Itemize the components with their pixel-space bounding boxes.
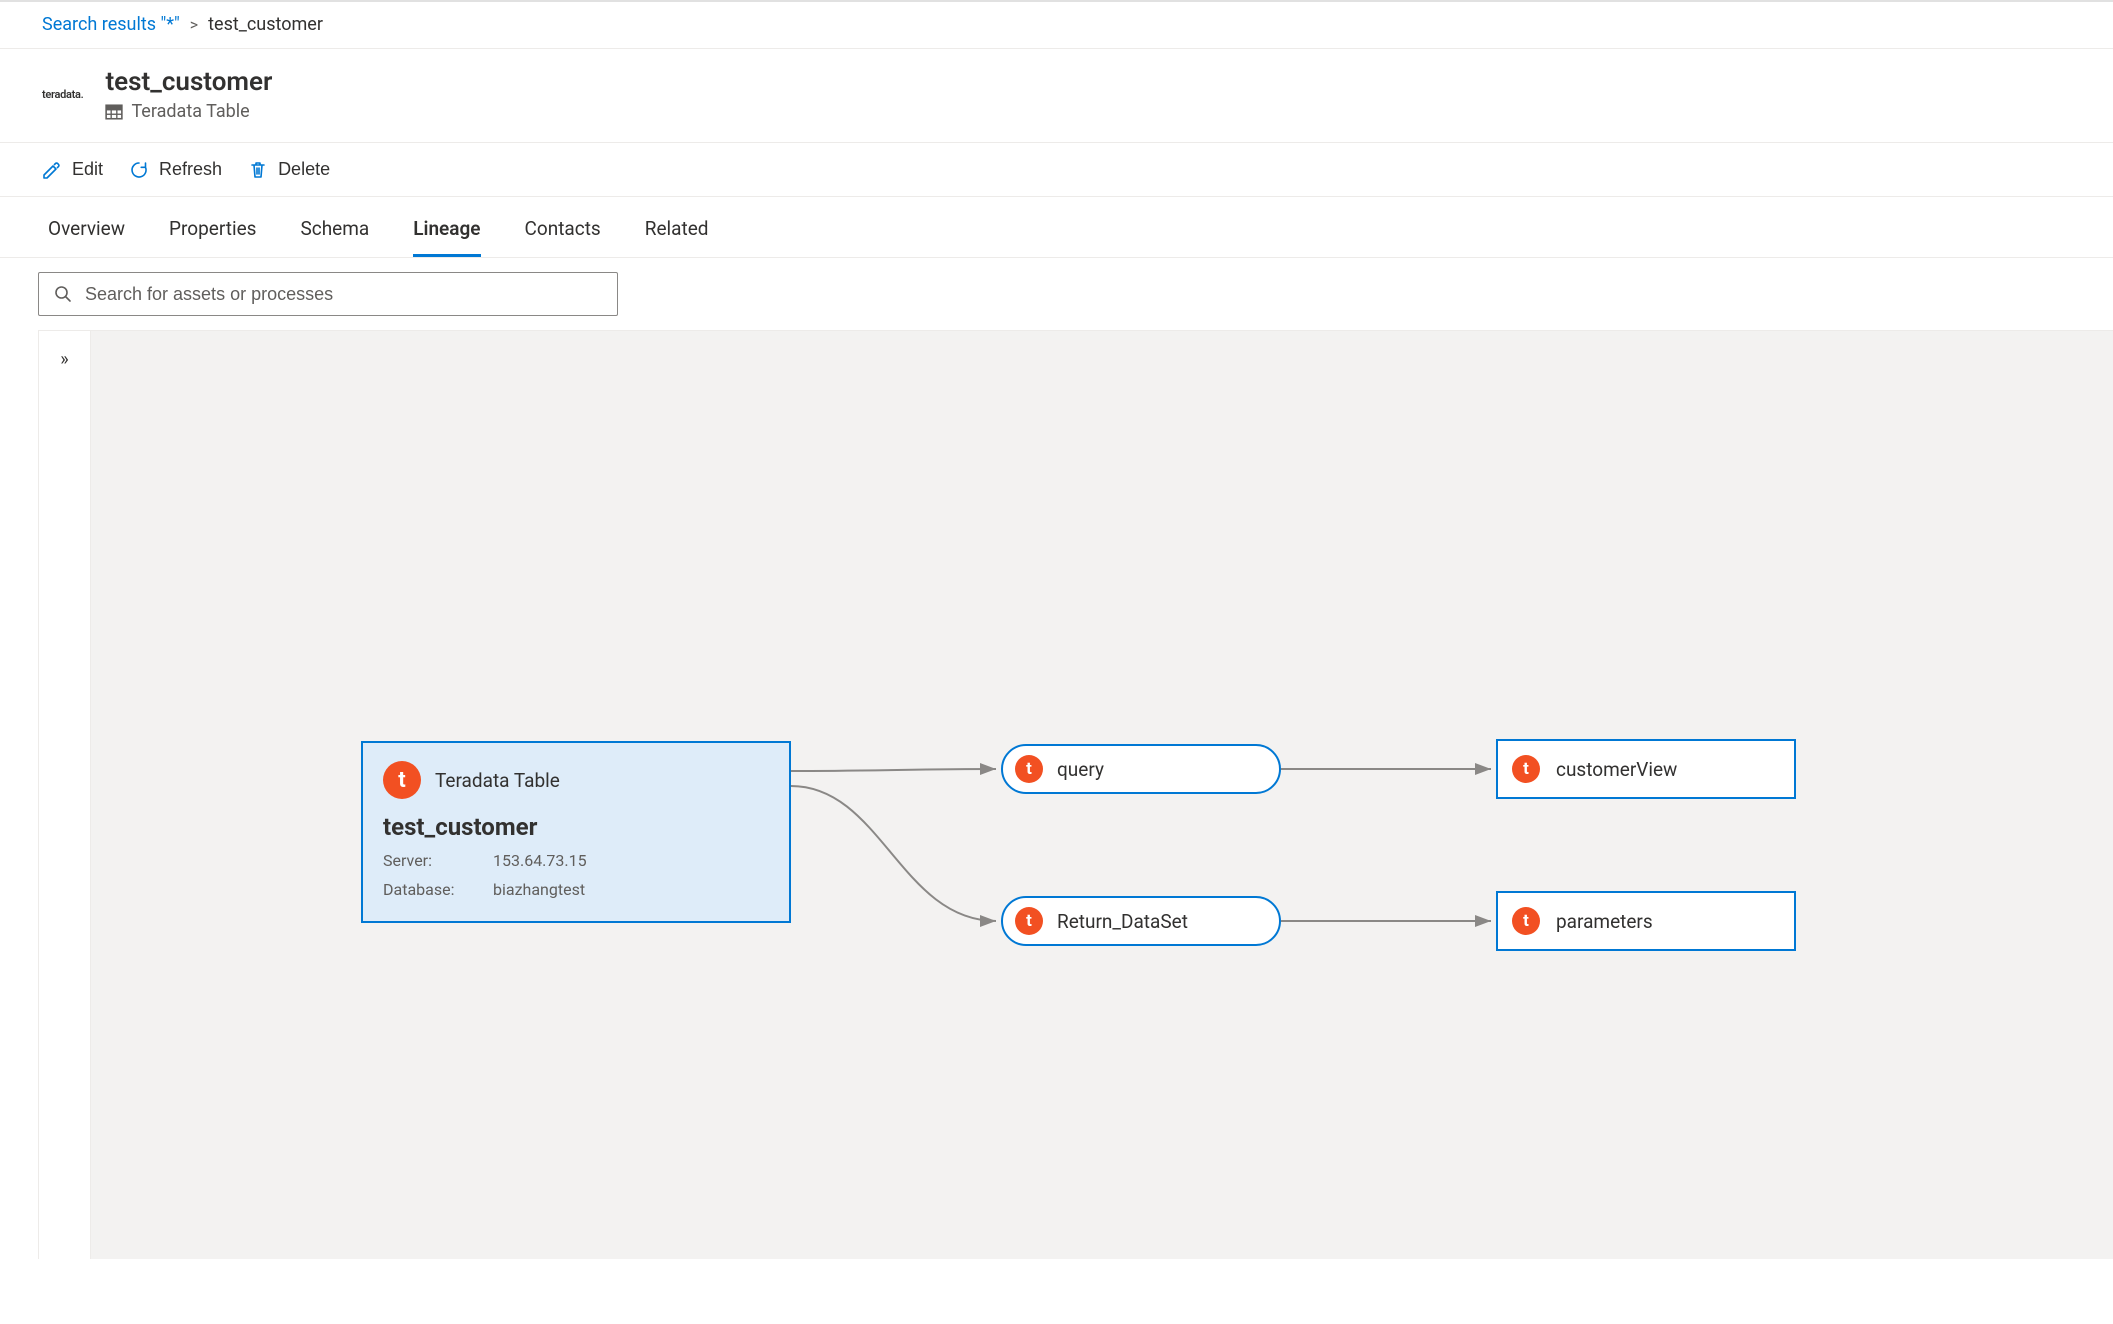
search-icon (53, 284, 73, 304)
breadcrumb: Search results "*" > test_customer (0, 0, 2113, 49)
chevron-right-double-icon: » (60, 349, 68, 1259)
search-box[interactable] (38, 272, 618, 316)
side-panel-expand[interactable]: » (39, 331, 91, 1259)
teradata-circle-icon: t (1512, 907, 1540, 935)
tab-properties[interactable]: Properties (169, 217, 256, 257)
tab-schema[interactable]: Schema (300, 217, 369, 257)
output-label: customerView (1556, 758, 1677, 781)
tabs: Overview Properties Schema Lineage Conta… (0, 197, 2113, 258)
lineage-process-query[interactable]: t query (1001, 744, 1281, 794)
refresh-label: Refresh (159, 159, 222, 180)
teradata-logo: teradata. (42, 88, 83, 101)
source-type-label: Teradata Table (435, 769, 560, 792)
tab-related[interactable]: Related (645, 217, 709, 257)
trash-icon (248, 160, 268, 180)
lineage-node-source[interactable]: t Teradata Table test_customer Server: 1… (361, 741, 791, 923)
delete-label: Delete (278, 159, 330, 180)
teradata-circle-icon: t (383, 761, 421, 799)
database-label: Database: (383, 880, 473, 899)
tab-overview[interactable]: Overview (48, 217, 125, 257)
table-icon (105, 103, 123, 121)
breadcrumb-separator: > (190, 15, 198, 34)
lineage-canvas[interactable]: t Teradata Table test_customer Server: 1… (91, 331, 2113, 1259)
edit-label: Edit (72, 159, 103, 180)
search-input[interactable] (85, 284, 603, 305)
edit-button[interactable]: Edit (42, 159, 103, 180)
refresh-icon (129, 160, 149, 180)
page-header: teradata. test_customer Teradata Table (0, 49, 2113, 143)
server-value: 153.64.73.15 (493, 851, 587, 870)
lineage-output-parameters[interactable]: t parameters (1496, 891, 1796, 951)
lineage-output-customerview[interactable]: t customerView (1496, 739, 1796, 799)
database-value: biazhangtest (493, 880, 585, 899)
breadcrumb-search-results-link[interactable]: Search results "*" (42, 14, 180, 35)
teradata-circle-icon: t (1015, 907, 1043, 935)
tab-contacts[interactable]: Contacts (525, 217, 601, 257)
delete-button[interactable]: Delete (248, 159, 330, 180)
lineage-area: » t Teradata Table test_customer (38, 330, 2113, 1259)
server-label: Server: (383, 851, 473, 870)
tab-lineage[interactable]: Lineage (413, 217, 480, 257)
page-subtitle: Teradata Table (131, 101, 249, 122)
process-label: Return_DataSet (1057, 910, 1188, 933)
teradata-circle-icon: t (1512, 755, 1540, 783)
breadcrumb-current: test_customer (208, 14, 323, 35)
refresh-button[interactable]: Refresh (129, 159, 222, 180)
page-title: test_customer (105, 67, 272, 97)
toolbar: Edit Refresh Delete (0, 143, 2113, 197)
pencil-icon (42, 160, 62, 180)
search-row (0, 258, 2113, 330)
output-label: parameters (1556, 910, 1653, 933)
source-name: test_customer (383, 813, 769, 841)
teradata-circle-icon: t (1015, 755, 1043, 783)
lineage-process-return-dataset[interactable]: t Return_DataSet (1001, 896, 1281, 946)
process-label: query (1057, 758, 1104, 781)
